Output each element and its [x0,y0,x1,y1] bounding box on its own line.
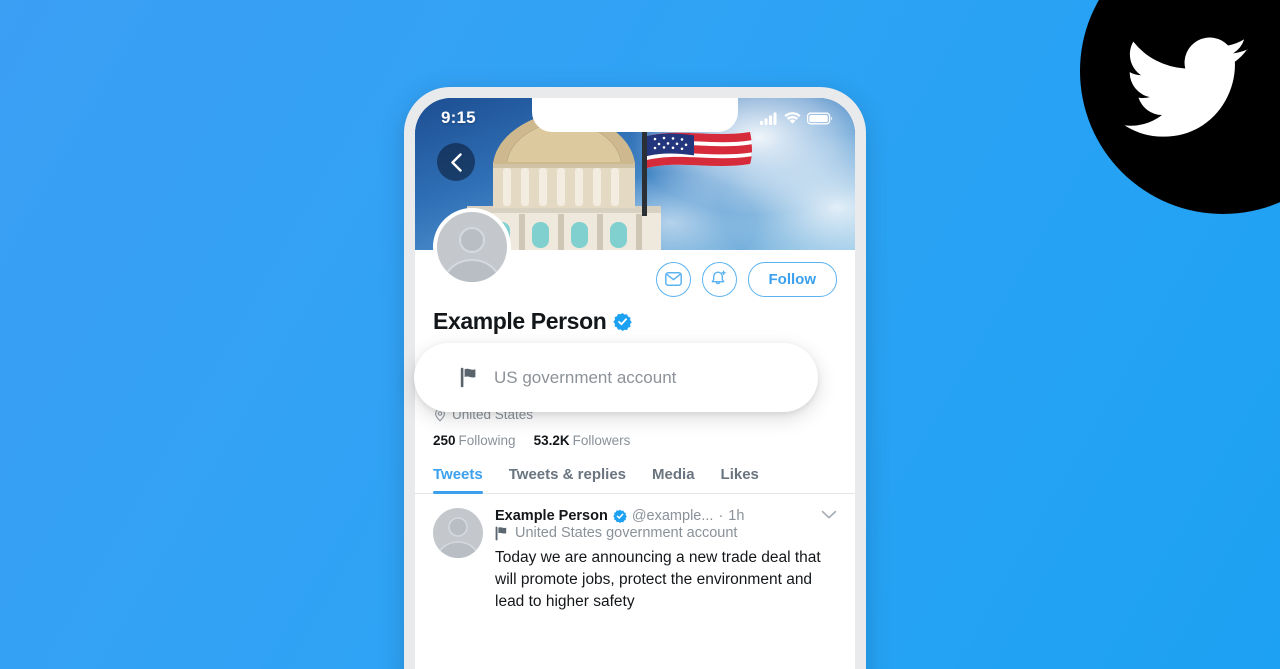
bell-plus-icon [711,270,726,285]
status-bar-clock: 9:15 [441,108,476,127]
verified-badge-icon [613,312,633,331]
battery-icon [807,112,833,124]
tweet-government-label: United States government account [515,525,738,541]
tweet-header: Example Person @example... · 1h [495,508,837,524]
chevron-down-icon [821,510,837,519]
tweet-timestamp: 1h [728,508,745,524]
following-count: 250 [433,433,456,448]
tab-tweets[interactable]: Tweets [433,466,483,494]
envelope-icon [664,272,682,286]
profile-stats: 250 Following 53.2K Followers [433,433,837,448]
avatar[interactable] [433,208,511,286]
tab-tweets-replies[interactable]: Tweets & replies [509,466,626,493]
tweet-item[interactable]: Example Person @example... · 1h United S… [415,494,855,613]
message-button[interactable] [655,261,691,297]
tab-likes[interactable]: Likes [721,466,759,493]
default-avatar-icon [443,227,501,282]
tweet-government-label-row: United States government account [495,525,837,541]
tweet-avatar[interactable] [433,508,483,558]
followers-count: 53.2K [533,433,570,448]
tab-media[interactable]: Media [652,466,695,493]
tweet-options-button[interactable] [821,508,837,524]
tweet-text: Today we are announcing a new trade deal… [495,549,821,610]
page-background: 9:15 Follow Example Person United States… [0,0,1280,669]
back-button[interactable] [437,143,475,181]
tweet-handle: @example... [631,508,714,524]
default-avatar-icon [436,517,480,558]
tweet-separator: · [718,508,724,524]
government-account-callout: US government account [414,343,818,412]
twitter-logo-badge [1080,0,1280,214]
tweet-author-name: Example Person [495,508,608,524]
verified-badge-icon [613,509,627,523]
status-bar-icons [760,111,833,125]
cellular-signal-icon [760,112,777,125]
followers-label: Followers [572,433,631,448]
follow-button[interactable]: Follow [747,261,837,297]
callout-text: US government account [494,367,677,387]
american-flag-icon [642,122,752,216]
stat-following[interactable]: 250 Following [433,433,516,448]
notifications-button[interactable] [701,261,737,297]
following-label: Following [458,433,516,448]
chevron-left-icon [450,152,462,172]
phone-notch [532,98,738,132]
wifi-icon [784,111,801,124]
profile-name-row: Example Person [433,308,837,335]
stat-followers[interactable]: 53.2K Followers [534,433,631,448]
twitter-bird-icon [1124,37,1248,137]
profile-tabs: Tweets Tweets & replies Media Likes [415,466,855,494]
flag-icon [495,526,507,540]
flag-icon [460,367,476,388]
tweet-body: Example Person @example... · 1h United S… [495,508,837,613]
page-title: Example Person [433,308,607,334]
